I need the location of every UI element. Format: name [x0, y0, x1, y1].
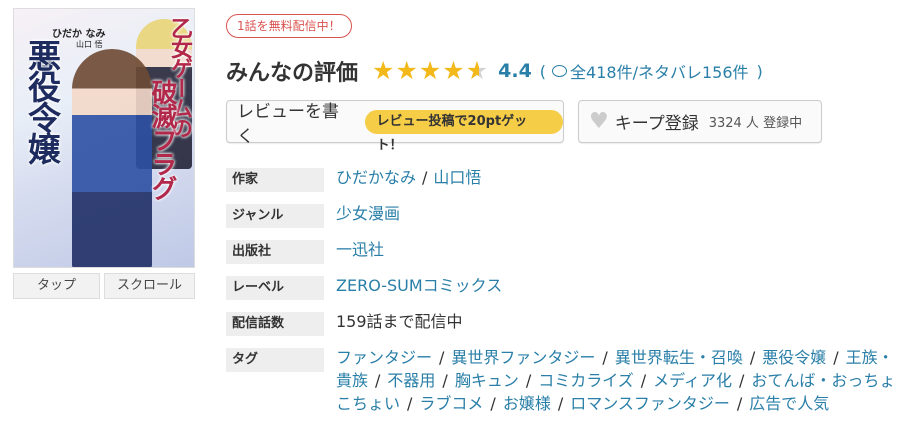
- tag-link[interactable]: ラブコメ: [419, 394, 483, 413]
- tag-separator: /: [833, 348, 839, 367]
- episodes-label: 配信話数: [226, 312, 324, 336]
- tag-separator: /: [442, 371, 448, 390]
- author-values: ひだかなみ / 山口悟: [336, 166, 481, 190]
- author-link[interactable]: 山口悟: [433, 168, 481, 187]
- author-link[interactable]: ひだかなみ: [336, 168, 416, 187]
- rating-stars: ★ ★ ★ ★ ★: [372, 57, 488, 85]
- rating-score: 4.4: [498, 60, 532, 82]
- keep-label: キープ登録: [614, 114, 699, 134]
- tag-link[interactable]: コミカライズ: [538, 371, 634, 390]
- rating-title: みんなの評価: [226, 61, 359, 86]
- tag-list: ファンタジー / 異世界ファンタジー / 異世界転生・召喚 / 悪役令嬢 / 王族・貴族 / 不器用…: [336, 346, 896, 415]
- star-icon: ★: [372, 56, 395, 85]
- tag-separator: /: [640, 371, 647, 390]
- tag-separator: /: [439, 348, 445, 367]
- tag-link[interactable]: 悪役令嬢: [762, 348, 826, 367]
- tag-link[interactable]: 広告で人気: [749, 394, 829, 413]
- review-counts-text: 全418件/ネタバレ156件: [570, 63, 749, 82]
- tag-link[interactable]: 胸キュン: [455, 371, 519, 390]
- tag-separator: /: [375, 371, 381, 390]
- tag-separator: /: [525, 371, 532, 390]
- tag-link[interactable]: 異世界転生・召喚: [615, 348, 743, 367]
- keep-count: 3324 人 登録中: [708, 116, 803, 131]
- review-counts[interactable]: ( 全418件/ネタバレ156件 ): [540, 59, 763, 83]
- cover-title-block: 悪役令嬢: [18, 13, 66, 263]
- close-paren: ): [756, 61, 763, 81]
- cover-title-main: 悪役令嬢: [22, 39, 62, 163]
- tap-button[interactable]: タップ: [13, 273, 100, 299]
- tag-link[interactable]: 不器用: [387, 371, 435, 390]
- label-link[interactable]: ZERO-SUMコミックス: [336, 274, 502, 298]
- cover-figure-front: [72, 49, 152, 267]
- write-review-button[interactable]: レビューを書く レビュー投稿で20ptゲット！: [226, 100, 564, 153]
- heart-icon: ♥: [589, 109, 609, 134]
- tag-separator: /: [749, 348, 756, 367]
- info-row-episodes: 配信話数 159話まで配信中: [226, 310, 896, 336]
- info-row-genre: ジャンル 少女漫画: [226, 202, 896, 228]
- rating-row: みんなの評価 ★ ★ ★ ★ ★ 4.4 ( 全418件/ネタバレ156件 ): [226, 54, 763, 88]
- tag-separator: /: [739, 371, 745, 390]
- info-row-publisher: 出版社 一迅社: [226, 238, 896, 264]
- star-icon: ★: [395, 56, 418, 85]
- speech-bubble-icon: [552, 65, 568, 77]
- keep-button[interactable]: ♥ キープ登録 3324 人 登録中: [578, 100, 822, 143]
- cover-title-sub2: 破滅フラグ: [147, 79, 177, 199]
- author-separator: /: [422, 168, 428, 187]
- tag-separator: /: [557, 394, 564, 413]
- tag-link[interactable]: お嬢様: [503, 394, 551, 413]
- tag-separator: /: [490, 394, 496, 413]
- cover-author-2: 山口 悟: [76, 40, 103, 49]
- scroll-button[interactable]: スクロール: [104, 273, 195, 299]
- tag-separator: /: [602, 348, 608, 367]
- book-info-table: 作家 ひだかなみ / 山口悟 ジャンル 少女漫画 出版社 一迅社 レーベル ZERO…: [226, 166, 896, 425]
- open-paren: (: [539, 61, 547, 81]
- star-icon: ★: [442, 56, 465, 85]
- episodes-value: 159話まで配信中: [336, 312, 463, 331]
- free-episode-badge: 1話を無料配信中！: [226, 14, 352, 38]
- genre-link[interactable]: 少女漫画: [336, 202, 400, 226]
- tag-separator: /: [736, 394, 743, 413]
- tag-link[interactable]: メディア化: [653, 371, 732, 390]
- publisher-label: 出版社: [226, 240, 324, 264]
- book-cover[interactable]: ひだか なみ 山口 悟 1 悪役令嬢 乙女ゲームの 破滅フラグ: [13, 8, 195, 268]
- label-label: レーベル: [226, 276, 324, 300]
- review-promo-pill: レビュー投稿で20ptゲット！: [364, 109, 563, 153]
- genre-label: ジャンル: [226, 204, 324, 228]
- tag-link[interactable]: ロマンスファンタジー: [570, 394, 730, 413]
- tag-link[interactable]: 異世界ファンタジー: [451, 348, 595, 367]
- cover-button-group: タップ スクロール: [13, 273, 195, 299]
- info-row-label: レーベル ZERO-SUMコミックス: [226, 274, 896, 300]
- tag-link[interactable]: ファンタジー: [336, 348, 432, 367]
- star-icon: ★: [418, 56, 442, 85]
- write-review-label: レビューを書く: [237, 101, 339, 147]
- author-label: 作家: [226, 168, 324, 192]
- tag-separator: /: [407, 394, 413, 413]
- publisher-link[interactable]: 一迅社: [336, 238, 384, 262]
- info-row-tags: タグ ファンタジー / 異世界ファンタジー / 異世界転生・召喚 / 悪役令嬢 / 王族・貴族 /…: [226, 346, 896, 415]
- partial-star-icon: ★: [465, 56, 489, 85]
- info-row-author: 作家 ひだかなみ / 山口悟: [226, 166, 896, 192]
- tags-label: タグ: [226, 348, 324, 372]
